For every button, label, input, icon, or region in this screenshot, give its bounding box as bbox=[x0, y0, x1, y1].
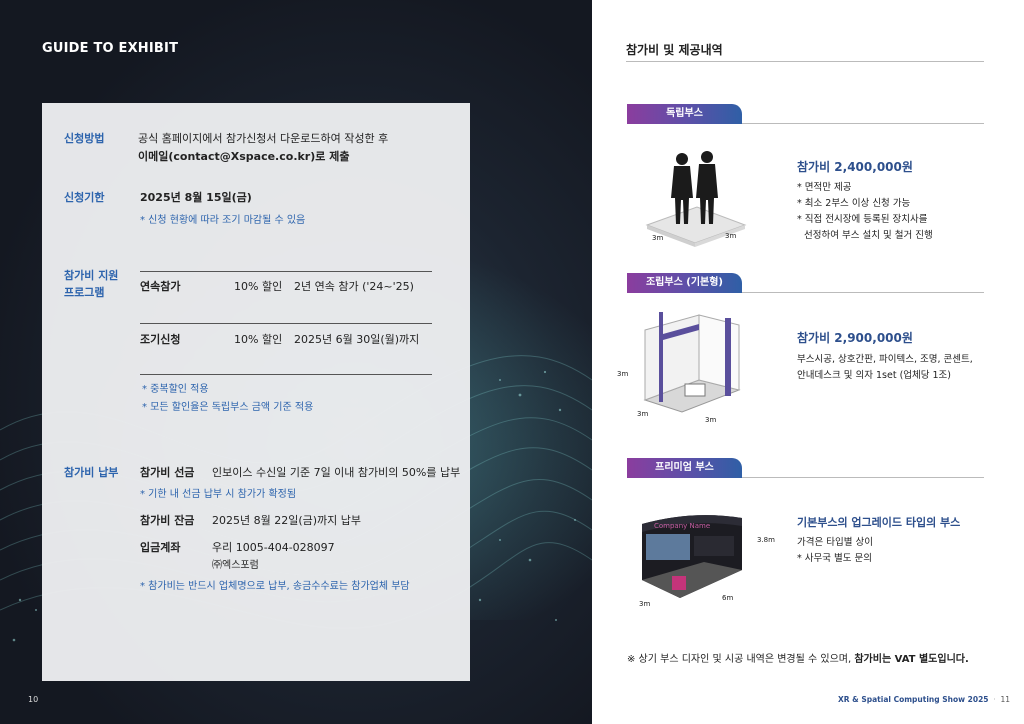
support-label-line2: 프로그램 bbox=[64, 286, 105, 299]
booth2-tag: 조립부스 (기본형) bbox=[627, 273, 742, 293]
vat-footnote: ※ 상기 부스 디자인 및 시공 내역은 변경될 수 있으며, 참가비는 VAT… bbox=[627, 650, 969, 665]
fees-title: 참가비 및 제공내역 bbox=[626, 43, 723, 57]
divider bbox=[140, 271, 432, 272]
right-page: 참가비 및 제공내역 독립부스 3m 3m 참가비 2,400,000원 * 면… bbox=[592, 0, 1024, 724]
vat-footnote-text: ※ 상기 부스 디자인 및 시공 내역은 변경될 수 있으며, bbox=[627, 654, 855, 665]
support-label-line1: 참가비 지원 bbox=[64, 269, 119, 282]
booth1-desc2: * 최소 2부스 이상 신청 가능 bbox=[797, 198, 911, 209]
left-page: GUIDE TO EXHIBIT 신청방법 공식 홈페이지에서 참가신청서 다운… bbox=[0, 0, 592, 724]
show-name: XR & Spatial Computing Show 2025 bbox=[838, 695, 989, 704]
balance-detail: 2025년 8월 22일(금)까지 납부 bbox=[212, 514, 362, 527]
support-row1-detail: 2년 연속 참가 ('24~'25) bbox=[294, 280, 414, 293]
booth3-line bbox=[742, 477, 984, 478]
account-holder: ㈜엑스포럼 bbox=[212, 560, 259, 571]
account-number: 우리 1005-404-028097 bbox=[212, 541, 335, 554]
booth3-desc1: 가격은 타입별 상이 bbox=[797, 537, 873, 548]
deadline-date: 2025년 8월 15일(금) bbox=[140, 191, 252, 204]
guide-title: GUIDE TO EXHIBIT bbox=[42, 41, 179, 56]
vat-footnote-bold: 참가비는 VAT 별도입니다. bbox=[854, 654, 969, 665]
booth2-illustration bbox=[643, 312, 741, 413]
apply-method-line1: 공식 홈페이지에서 참가신청서 다운로드하여 작성한 후 bbox=[138, 132, 389, 145]
booth1-dim-b: 3m bbox=[725, 232, 737, 240]
booth1-tag: 독립부스 bbox=[627, 104, 742, 124]
booth3-tag: 프리미엄 부스 bbox=[627, 458, 742, 478]
booth3-desc2: * 사무국 별도 문의 bbox=[797, 553, 872, 564]
advance-note: * 기한 내 선금 납부 시 참가가 확정됨 bbox=[140, 489, 297, 500]
apply-method-label: 신청방법 bbox=[64, 132, 105, 145]
apply-method-line2: 이메일(contact@Xspace.co.kr)로 제출 bbox=[138, 150, 350, 163]
deadline-note: * 신청 현황에 따라 조기 마감될 수 있음 bbox=[140, 215, 306, 226]
support-row2-detail: 2025년 6월 30일(월)까지 bbox=[294, 333, 420, 346]
advance-name: 참가비 선금 bbox=[140, 466, 195, 479]
booth2-dim-a: 3m bbox=[637, 410, 649, 418]
page-number-left: 10 bbox=[28, 695, 39, 704]
booth3-dim-b: 6m bbox=[722, 594, 734, 602]
payment-label: 참가비 납부 bbox=[64, 466, 119, 479]
booth3-sign: Company Name bbox=[654, 522, 711, 530]
booth3-dim-a: 3m bbox=[639, 600, 651, 608]
page-number-right: 11 bbox=[1000, 695, 1010, 704]
support-note2: * 모든 할인율은 독립부스 금액 기준 적용 bbox=[142, 402, 314, 413]
balance-name: 참가비 잔금 bbox=[140, 514, 195, 527]
booth1-dim-a: 3m bbox=[652, 234, 664, 242]
booth3-price: 기본부스의 업그레이드 타입의 부스 bbox=[797, 516, 961, 529]
booth2-price: 참가비 2,900,000원 bbox=[797, 331, 913, 345]
booth1-desc4: 선정하여 부스 설치 및 철거 진행 bbox=[804, 230, 933, 241]
support-row1-discount: 10% 할인 bbox=[234, 280, 283, 293]
booth2-dim-b: 3m bbox=[705, 416, 717, 424]
support-row2-discount: 10% 할인 bbox=[234, 333, 283, 346]
title-underline bbox=[626, 61, 984, 62]
page-footer: XR & Spatial Computing Show 2025 · 11 bbox=[838, 695, 1010, 704]
advance-detail: 인보이스 수신일 기준 7일 이내 참가비의 50%를 납부 bbox=[212, 466, 461, 479]
deadline-label: 신청기한 bbox=[64, 191, 105, 204]
booth2-dim-h: 3m bbox=[617, 370, 629, 378]
support-note1: * 중복할인 적용 bbox=[142, 384, 209, 395]
payment-final-note: * 참가비는 반드시 업체명으로 납부, 송금수수료는 참가업체 부담 bbox=[140, 581, 410, 592]
booth1-desc1: * 면적만 제공 bbox=[797, 182, 852, 193]
divider bbox=[140, 374, 432, 375]
booth2-desc1: 부스시공, 상호간판, 파이텍스, 조명, 콘센트, bbox=[797, 354, 973, 365]
booth3-dim-h: 3.8m bbox=[757, 536, 775, 544]
booth2-desc2: 안내데스크 및 의자 1set (업체당 1조) bbox=[797, 370, 951, 381]
support-row1-name: 연속참가 bbox=[140, 280, 181, 293]
booth1-line bbox=[742, 123, 984, 124]
booth2-line bbox=[742, 292, 984, 293]
account-name: 입금계좌 bbox=[140, 541, 181, 554]
support-row2-name: 조기신청 bbox=[140, 333, 181, 346]
info-card: 신청방법 공식 홈페이지에서 참가신청서 다운로드하여 작성한 후 이메일(co… bbox=[42, 103, 470, 681]
booth1-price: 참가비 2,400,000원 bbox=[797, 160, 913, 174]
booth1-desc3: * 직접 전시장에 등록된 장치사를 bbox=[797, 214, 928, 225]
divider bbox=[140, 323, 432, 324]
